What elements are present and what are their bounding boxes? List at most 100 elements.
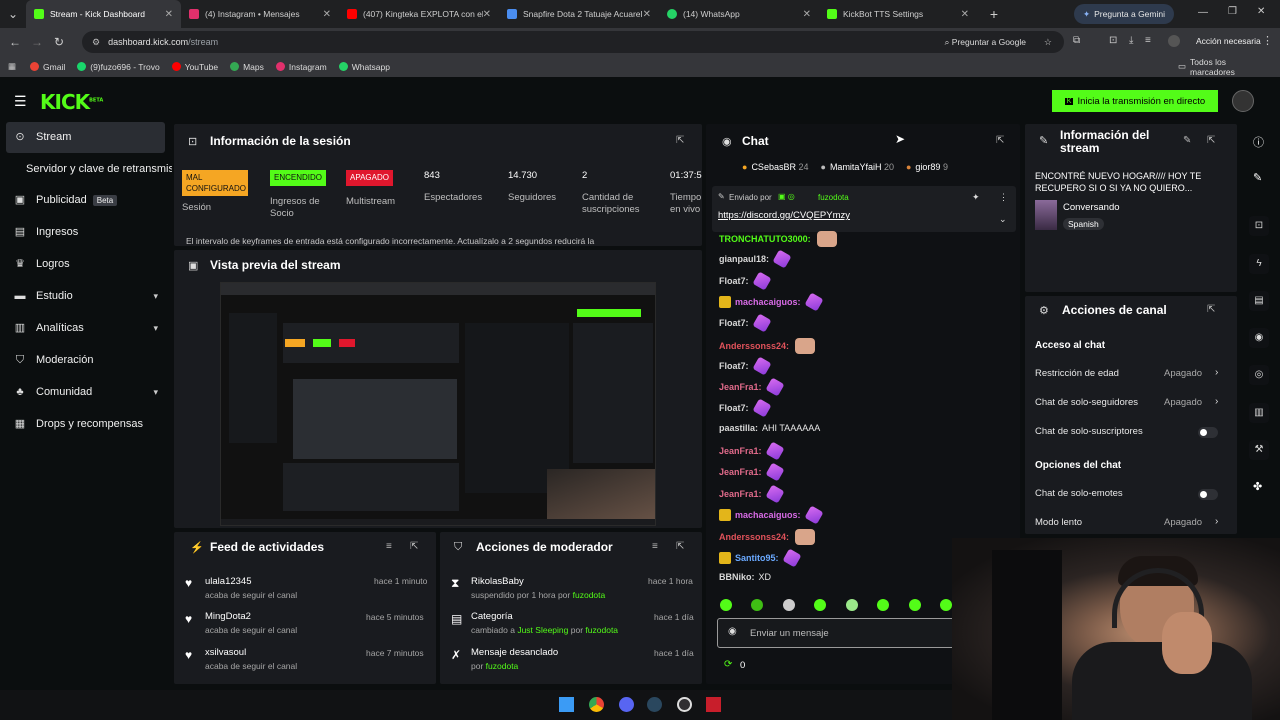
kick-logo[interactable]: KICKBETA [40, 90, 103, 114]
chat-username[interactable]: JeanFra1: [719, 467, 762, 477]
tab-snapfire[interactable]: Snapfire Dota 2 Tatuaje Acuarel ✕ [499, 0, 659, 28]
tab-youtube[interactable]: (407) Kingteka EXPLOTA con el ✕ [339, 0, 499, 28]
stream-preview-video[interactable] [220, 282, 656, 526]
chat-username[interactable]: gianpaul18: [719, 254, 769, 264]
layout-icon[interactable]: ▥ [1249, 403, 1269, 423]
download-icon[interactable]: ⤓ [1129, 35, 1133, 46]
popout-icon[interactable]: ⇱ [676, 135, 684, 146]
user-avatar[interactable] [1232, 90, 1254, 112]
chat-username[interactable]: JeanFra1: [719, 382, 762, 392]
pin-toggle-icon[interactable]: ✦ [972, 192, 980, 203]
bookmark-instagram[interactable]: Instagram [275, 62, 327, 72]
sidebar-item-ingresos[interactable]: ▤ Ingresos [14, 226, 164, 238]
lightning-icon[interactable]: ϟ [1249, 254, 1269, 274]
emotes-only-toggle[interactable] [1198, 489, 1218, 500]
bookmark-whatsapp[interactable]: Whatsapp [338, 62, 390, 72]
sidebar-item-moderacion[interactable]: ⛉ Moderación [14, 354, 164, 366]
slow-mode-value[interactable]: Apagado [1164, 517, 1202, 528]
sidebar-item-logros[interactable]: ♛ Logros [14, 258, 164, 270]
bookmark-trovo[interactable]: (9)fuzo696 - Trovo [77, 62, 160, 72]
tab-instagram[interactable]: (4) Instagram • Mensajes ✕ [181, 0, 339, 28]
more-options-icon[interactable]: ⋮ [999, 192, 1008, 203]
sidebar-item-estudio[interactable]: ▬ Estudio ▾ [14, 290, 164, 302]
profile-avatar[interactable] [1168, 35, 1180, 47]
emote-icon[interactable] [720, 599, 732, 611]
menu-dots-icon[interactable]: ⋮ [1262, 34, 1273, 47]
mod-by[interactable]: fuzodota [486, 661, 519, 671]
feed-user[interactable]: MingDota2 [205, 611, 251, 622]
new-tab-icon[interactable]: + [983, 6, 1005, 22]
popout-icon[interactable]: ⇱ [676, 541, 684, 552]
chat-username[interactable]: Float7: [719, 318, 749, 328]
apps-icon[interactable]: ▦ [8, 61, 16, 72]
close-window-icon[interactable]: ✕ [1257, 6, 1265, 17]
gifter-name[interactable]: gior89 [915, 162, 940, 172]
address-bar[interactable]: ⚙ dashboard.kick.com/stream ⌕ Preguntar … [82, 31, 1064, 53]
gifter-name[interactable]: CSebasBR [751, 162, 796, 172]
windows-start-icon[interactable] [559, 697, 574, 712]
pinned-link[interactable]: https://discord.gg/CVQEPYmzy [718, 210, 850, 221]
media-icon[interactable]: ≡ [1145, 35, 1151, 46]
tab-whatsapp[interactable]: (14) WhatsApp ✕ [659, 0, 819, 28]
wrench-icon[interactable]: ⚒ [1249, 440, 1269, 460]
sidebar-item-stream-label[interactable]: ⊙ Stream [14, 131, 164, 143]
app-icon[interactable] [706, 697, 721, 712]
all-bookmarks[interactable]: ▭ Todos los marcadores [1178, 57, 1268, 77]
emote-icon[interactable] [814, 599, 827, 611]
chevron-right-icon[interactable]: › [1215, 367, 1218, 378]
chat-username[interactable]: Santito95: [735, 553, 779, 563]
chevron-right-icon[interactable]: › [1215, 516, 1218, 527]
tab-search-icon[interactable]: ⌄ [0, 7, 26, 21]
mod-title[interactable]: Categoría [471, 611, 513, 622]
maximize-icon[interactable]: ❐ [1228, 6, 1237, 17]
back-icon[interactable]: ← [4, 35, 26, 49]
close-icon[interactable]: ✕ [323, 9, 331, 20]
category-thumbnail[interactable] [1035, 200, 1057, 230]
gemini-button[interactable]: ✦ Pregunta a Gemini [1074, 4, 1174, 24]
go-live-button[interactable]: K Inicia la transmisión en directo [1052, 90, 1218, 112]
chat-username[interactable]: Float7: [719, 361, 749, 371]
gifter-name[interactable]: MamitaYfaiH [830, 162, 882, 172]
emoji-icon[interactable]: ◉ [728, 626, 737, 637]
mod-by[interactable]: fuzodota [585, 625, 618, 635]
category-name[interactable]: Conversando [1063, 202, 1120, 213]
sidebar-item-analiticas[interactable]: ▥ Analíticas ▾ [14, 322, 164, 334]
ask-google-button[interactable]: ⌕ Preguntar a Google [945, 37, 1026, 48]
mod-title[interactable]: RikolasBaby [471, 576, 524, 587]
emote-icon[interactable] [782, 599, 795, 611]
chat-input[interactable]: ◉ Enviar un mensaje [717, 618, 955, 648]
mod-category[interactable]: Just Sleeping [517, 625, 568, 635]
close-icon[interactable]: ✕ [643, 9, 651, 20]
extensions-icon[interactable]: ⧉ [1073, 35, 1080, 46]
site-info-icon[interactable]: ⚙ [92, 37, 100, 48]
sidebar-item-drops[interactable]: ▦ Drops y recompensas [14, 418, 164, 430]
chat-username[interactable]: Float7: [719, 276, 749, 286]
broadcast-icon[interactable]: ◎ [1249, 365, 1269, 385]
close-icon[interactable]: ✕ [803, 9, 811, 20]
mod-by[interactable]: fuzodota [573, 590, 606, 600]
mod-title[interactable]: Mensaje desanclado [471, 647, 558, 658]
popout-icon[interactable]: ⇱ [410, 541, 418, 552]
bookmark-maps[interactable]: Maps [230, 62, 264, 72]
camera-icon[interactable]: ⊡ [1249, 216, 1269, 236]
minimize-icon[interactable]: — [1198, 7, 1208, 18]
sidebar-item-server-key[interactable]: Servidor y clave de retransmisión [26, 163, 172, 175]
chevron-right-icon[interactable]: › [1215, 396, 1218, 407]
pinned-user[interactable]: fuzodota [818, 193, 849, 202]
chat-username[interactable]: machacaiguos: [735, 510, 801, 520]
subscribers-only-toggle[interactable] [1198, 427, 1218, 438]
emote-icon[interactable] [751, 599, 764, 611]
chrome-icon[interactable] [589, 697, 604, 712]
popout-icon[interactable]: ⇱ [996, 135, 1004, 146]
chat-username[interactable]: Float7: [719, 403, 749, 413]
puzzle-icon[interactable]: ✤ [1253, 480, 1262, 493]
feed-user[interactable]: xsilvasoul [205, 647, 246, 658]
emote-icon[interactable] [877, 599, 890, 611]
steam-icon[interactable] [647, 697, 662, 712]
discord-icon[interactable] [619, 697, 634, 712]
filter-icon[interactable]: ≡ [652, 541, 658, 552]
popout-icon[interactable]: ⇱ [1207, 304, 1215, 315]
chat-username[interactable]: TRONCHATUTO3000: [719, 234, 811, 244]
followers-only-value[interactable]: Apagado [1164, 397, 1202, 408]
bookmark-youtube[interactable]: YouTube [171, 62, 218, 72]
